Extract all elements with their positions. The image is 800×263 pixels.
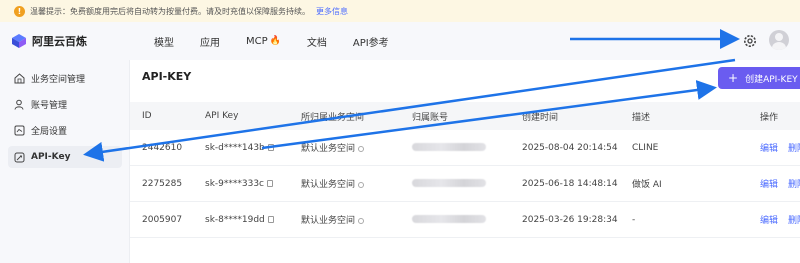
api-key-text: sk-9****333c <box>205 178 265 189</box>
main-content: API-KEY + 创建API-KEY ID API Key 所归属业务空间 归… <box>130 60 800 263</box>
sidebar: 业务空间管理 账号管理 全局设置 API-Key <box>0 60 130 263</box>
edit-link[interactable]: 编辑 <box>760 177 778 190</box>
gear-icon[interactable] <box>742 33 758 49</box>
sidebar-item-label: 业务空间管理 <box>31 74 86 85</box>
more-info-link[interactable]: 更多信息 <box>316 6 348 17</box>
create-api-key-button[interactable]: + 创建API-KEY <box>718 67 800 89</box>
delete-link[interactable]: 删除 <box>788 213 800 226</box>
row-workspace: 默认业务空间 <box>301 141 365 154</box>
home-icon <box>14 72 25 83</box>
logo-text: 阿里云百炼 <box>32 35 87 48</box>
user-icon <box>14 99 24 110</box>
nav-item-api-reference[interactable]: API参考 <box>353 34 389 49</box>
row-id: 2442610 <box>142 142 183 153</box>
nav-item-mcp-label: MCP <box>246 35 268 47</box>
key-icon <box>14 152 25 162</box>
sidebar-item-label: 账号管理 <box>31 100 68 111</box>
logo-icon <box>12 34 26 48</box>
workspace-text: 默认业务空间 <box>301 216 356 226</box>
top-navigation: 阿里云百炼 模型 应用 MCP 🔥 文档 API参考 <box>0 22 800 60</box>
user-avatar[interactable] <box>769 30 789 50</box>
info-icon <box>358 217 365 224</box>
delete-link[interactable]: 删除 <box>788 177 800 190</box>
row-workspace: 默认业务空间 <box>301 177 365 190</box>
copy-icon[interactable] <box>267 143 274 151</box>
row-api-key: sk-8****19dd <box>205 215 274 225</box>
edit-link[interactable]: 编辑 <box>760 213 778 226</box>
edit-link[interactable]: 编辑 <box>760 141 778 154</box>
api-key-text: sk-d****143b <box>205 142 265 153</box>
sidebar-item-label: 全局设置 <box>31 126 68 137</box>
workspace-text: 默认业务空间 <box>301 180 356 190</box>
row-account <box>412 215 486 225</box>
sidebar-item-api-key[interactable]: API-Key <box>8 146 122 168</box>
row-api-key: sk-9****333c <box>205 178 274 189</box>
copy-icon[interactable] <box>267 215 274 223</box>
row-created: 2025-06-18 14:48:14 <box>522 178 618 189</box>
api-key-table: ID API Key 所归属业务空间 归属账号 创建时间 描述 操作 24426… <box>130 102 800 238</box>
create-button-label: 创建API-KEY <box>745 74 798 85</box>
row-created: 2025-08-04 20:14:54 <box>522 142 618 153</box>
nav-item-mcp[interactable]: MCP 🔥 <box>246 36 281 47</box>
row-id: 2005907 <box>142 214 183 225</box>
nav-item-docs[interactable]: 文档 <box>307 34 327 49</box>
sidebar-item-settings[interactable]: 全局设置 <box>8 119 122 141</box>
api-key-text: sk-8****19dd <box>205 214 265 225</box>
page-title: API-KEY <box>142 70 192 83</box>
row-api-key: sk-d****143b <box>205 143 274 153</box>
column-header-created: 创建时间 <box>522 112 559 123</box>
row-account <box>412 143 486 153</box>
column-header-api-key: API Key <box>205 111 239 121</box>
warning-icon: ! <box>14 5 25 17</box>
plus-icon: + <box>728 71 739 85</box>
workspace-text: 默认业务空间 <box>301 144 356 154</box>
redacted-account <box>412 215 486 223</box>
column-header-id: ID <box>142 111 152 121</box>
row-created: 2025-03-26 19:28:34 <box>522 214 618 225</box>
table-row: 2005907 sk-8****19dd 默认业务空间 2025-03-26 1… <box>130 202 800 238</box>
nav-item-apps[interactable]: 应用 <box>200 34 220 49</box>
info-icon <box>358 181 365 188</box>
copy-icon[interactable] <box>267 179 274 187</box>
row-description: 做饭 AI <box>632 180 662 190</box>
delete-link[interactable]: 删除 <box>788 141 800 154</box>
column-header-actions: 操作 <box>760 112 779 123</box>
redacted-account <box>412 143 486 151</box>
table-header: ID API Key 所归属业务空间 归属账号 创建时间 描述 操作 <box>130 102 800 130</box>
info-icon <box>358 145 365 152</box>
notice-bar: ! 温馨提示：免费额度用完后将自动转为按量付费。请及时充值以保障服务持续。 更多… <box>0 0 800 22</box>
main-nav: 模型 应用 MCP 🔥 文档 API参考 <box>154 34 415 49</box>
table-row: 2442610 sk-d****143b 默认业务空间 2025-08-04 2… <box>130 130 800 166</box>
sidebar-item-label: API-Key <box>31 152 71 162</box>
redacted-account <box>412 179 486 187</box>
table-row: 2275285 sk-9****333c 默认业务空间 2025-06-18 1… <box>130 166 800 202</box>
row-id: 2275285 <box>142 178 183 189</box>
settings-icon <box>14 125 25 135</box>
logo[interactable]: 阿里云百炼 <box>12 33 130 49</box>
sidebar-item-workspace[interactable]: 业务空间管理 <box>8 67 122 89</box>
row-workspace: 默认业务空间 <box>301 213 365 226</box>
column-header-account: 归属账号 <box>412 112 449 123</box>
notice-text: 温馨提示：免费额度用完后将自动转为按量付费。请及时充值以保障服务持续。 <box>30 6 310 16</box>
nav-item-models[interactable]: 模型 <box>154 34 174 49</box>
column-header-workspace: 所归属业务空间 <box>301 112 365 123</box>
sidebar-item-account[interactable]: 账号管理 <box>8 93 122 115</box>
row-description: CLINE <box>632 142 659 153</box>
row-account <box>412 179 486 189</box>
row-description: - <box>632 214 636 225</box>
fire-icon: 🔥 <box>269 36 281 46</box>
column-header-description: 描述 <box>632 112 651 123</box>
